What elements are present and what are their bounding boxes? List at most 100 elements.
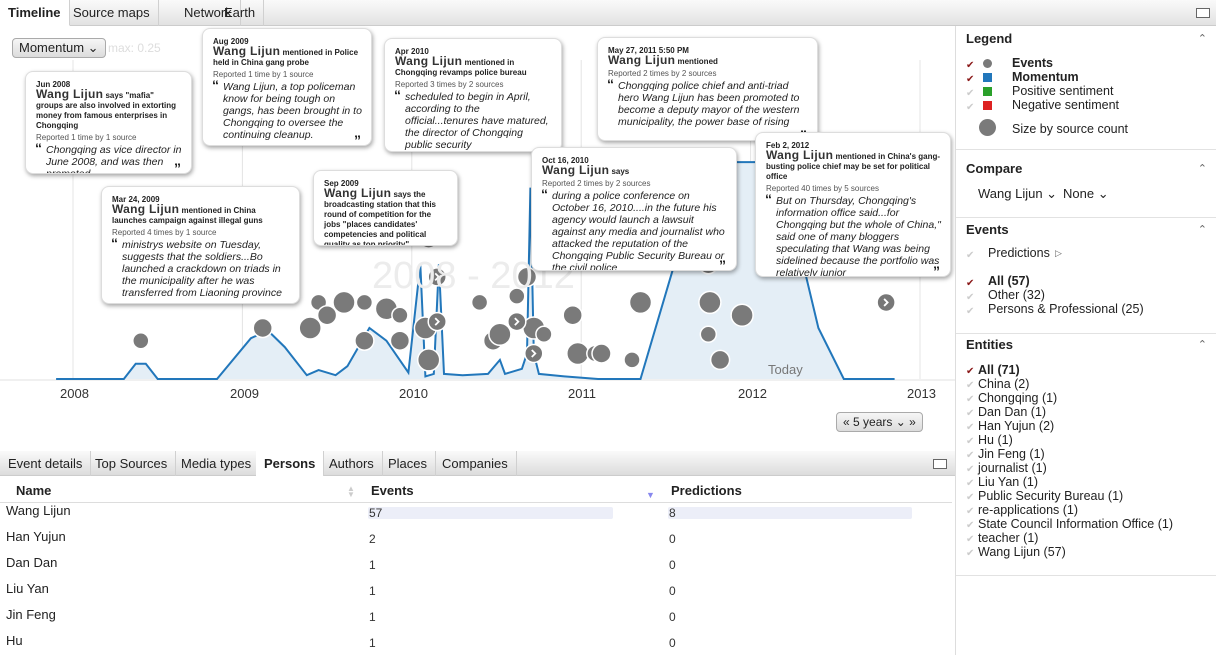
legend-item-negative[interactable]: Negative sentiment — [1012, 98, 1119, 112]
check-icon[interactable]: ✔ — [966, 102, 974, 113]
event-dot — [332, 290, 356, 315]
tab-persons[interactable]: Persons — [256, 451, 325, 476]
check-icon[interactable]: ✔ — [966, 450, 974, 461]
column-header-events[interactable]: Events — [371, 483, 414, 498]
column-header-predictions[interactable]: Predictions — [671, 483, 742, 498]
check-icon[interactable]: ✔ — [966, 278, 974, 289]
check-icon[interactable]: ✔ — [966, 408, 974, 419]
entity-filter-item[interactable]: re-applications (1) — [978, 503, 1078, 517]
expand-arrow-icon[interactable]: ▷ — [1055, 248, 1062, 259]
event-card[interactable]: Sep 2009 Wang Lijun says the broadcastin… — [313, 170, 458, 246]
event-card[interactable]: May 27, 2011 5:50 PM Wang Lijun mentione… — [597, 37, 818, 141]
entity-filter-item[interactable]: China (2) — [978, 377, 1029, 391]
legend-item-momentum[interactable]: Momentum — [1012, 70, 1079, 84]
event-card[interactable]: Apr 2010 Wang Lijun mentioned in Chongqi… — [384, 38, 562, 152]
entity-filter-item[interactable]: Han Yujun (2) — [978, 419, 1054, 433]
check-icon[interactable]: ✔ — [966, 60, 974, 71]
table-row[interactable]: Liu Yan 1 0 — [0, 581, 952, 607]
check-icon[interactable]: ✔ — [966, 534, 974, 545]
tab-source-maps[interactable]: Source maps — [65, 0, 159, 26]
event-card[interactable]: Feb 2, 2012 Wang Lijun mentioned in Chin… — [755, 132, 951, 277]
event-card[interactable]: Aug 2009 Wang Lijun mentioned in Police … — [202, 28, 372, 146]
tab-places[interactable]: Places — [380, 451, 437, 476]
tab-earth[interactable]: Earth — [216, 0, 265, 26]
check-icon[interactable]: ✔ — [966, 394, 974, 405]
entity-filter-item[interactable]: All (71) — [978, 363, 1020, 377]
events-value: 2 — [369, 532, 376, 546]
entity-filter-item[interactable]: State Council Information Office (1) — [978, 517, 1173, 531]
compare-first-select[interactable]: Wang Lijun ⌄ — [978, 186, 1057, 202]
check-icon[interactable]: ✔ — [966, 464, 974, 475]
entity-filter-item[interactable]: Liu Yan (1) — [978, 475, 1038, 489]
collapse-icon[interactable]: ⌃ — [1198, 223, 1207, 236]
check-icon[interactable]: ✔ — [966, 366, 974, 377]
table-row[interactable]: Dan Dan 1 0 — [0, 555, 952, 581]
card-entity[interactable]: Wang Lijun — [36, 87, 103, 101]
check-icon[interactable]: ✔ — [966, 88, 974, 99]
sort-desc-icon[interactable]: ▼ — [646, 490, 655, 500]
event-filter-other[interactable]: Other (32) — [988, 288, 1045, 302]
entity-filter-item[interactable]: Wang Lijun (57) — [978, 545, 1066, 559]
sort-icon[interactable]: ▲ ▼ — [347, 485, 355, 499]
column-header-name[interactable]: Name — [16, 483, 51, 498]
collapse-icon[interactable]: ⌃ — [1198, 162, 1207, 175]
person-name: Han Yujun — [6, 529, 66, 544]
table-row[interactable]: Hu 1 0 — [0, 633, 952, 659]
tab-companies[interactable]: Companies — [434, 451, 517, 476]
entity-filter-item[interactable]: Dan Dan (1) — [978, 405, 1046, 419]
check-icon[interactable]: ✔ — [966, 422, 974, 433]
entity-filter-item[interactable]: Jin Feng (1) — [978, 447, 1045, 461]
table-row[interactable]: Han Yujun 2 0 — [0, 529, 952, 555]
collapse-icon[interactable]: ⌃ — [1198, 338, 1207, 351]
card-entity[interactable]: Wang Lijun — [766, 148, 833, 162]
card-reported: Reported 2 times by 2 sources — [608, 69, 717, 78]
compare-second-select[interactable]: None ⌄ — [1063, 186, 1109, 202]
tab-event-details[interactable]: Event details — [0, 451, 92, 476]
entity-filter-item[interactable]: Chongqing (1) — [978, 391, 1057, 405]
event-filter-persons[interactable]: Persons & Professional (25) — [988, 302, 1144, 316]
legend-item-positive[interactable]: Positive sentiment — [1012, 84, 1113, 98]
predictions-value: 0 — [669, 610, 676, 624]
time-span-button[interactable]: « 5 years ⌄ » — [836, 412, 923, 432]
check-icon[interactable]: ✔ — [966, 380, 974, 391]
entity-filter-item[interactable]: Hu (1) — [978, 433, 1013, 447]
event-card[interactable]: Mar 24, 2009 Wang Lijun mentioned in Chi… — [101, 186, 300, 304]
event-filter-all[interactable]: All (57) — [988, 274, 1030, 288]
card-entity[interactable]: Wang Lijun — [213, 44, 280, 58]
tab-timeline[interactable]: Timeline — [0, 0, 70, 26]
check-icon[interactable]: ✔ — [966, 492, 974, 503]
maximize-icon[interactable] — [1196, 8, 1210, 18]
event-dot — [416, 348, 441, 372]
predictions-filter[interactable]: Predictions — [988, 246, 1050, 260]
card-entity[interactable]: Wang Lijun — [112, 202, 179, 216]
tab-top-sources[interactable]: Top Sources — [87, 451, 177, 476]
check-icon[interactable]: ✔ — [966, 548, 974, 559]
entity-filter-item[interactable]: Public Security Bureau (1) — [978, 489, 1123, 503]
tab-media-types[interactable]: Media types — [173, 451, 261, 476]
check-icon[interactable]: ✔ — [966, 478, 974, 489]
event-card[interactable]: Jun 2008 Wang Lijun says "mafia" groups … — [25, 71, 192, 174]
check-icon[interactable]: ✔ — [966, 250, 974, 261]
check-icon[interactable]: ✔ — [966, 292, 974, 303]
card-entity[interactable]: Wang Lijun — [395, 54, 462, 68]
entity-filter-item[interactable]: journalist (1) — [978, 461, 1047, 475]
maximize-icon[interactable] — [933, 459, 947, 469]
event-card[interactable]: Oct 16, 2010 Wang Lijun says Reported 2 … — [531, 147, 737, 271]
check-icon[interactable]: ✔ — [966, 306, 974, 317]
check-icon[interactable]: ✔ — [966, 520, 974, 531]
table-row[interactable]: Wang Lijun 57 8 — [0, 503, 952, 529]
x-tick-label: 2013 — [907, 386, 936, 401]
check-icon[interactable]: ✔ — [966, 436, 974, 447]
event-dot — [298, 316, 322, 340]
tab-authors[interactable]: Authors — [321, 451, 383, 476]
card-entity[interactable]: Wang Lijun — [542, 163, 609, 177]
check-icon[interactable]: ✔ — [966, 74, 974, 85]
card-entity[interactable]: Wang Lijun — [608, 53, 675, 67]
check-icon[interactable]: ✔ — [966, 506, 974, 517]
card-entity[interactable]: Wang Lijun — [324, 186, 391, 200]
measure-select[interactable]: Momentum ⌄ — [12, 38, 106, 58]
legend-item-events[interactable]: Events — [1012, 56, 1053, 70]
entity-filter-item[interactable]: teacher (1) — [978, 531, 1038, 545]
collapse-icon[interactable]: ⌃ — [1198, 32, 1207, 45]
table-row[interactable]: Jin Feng 1 0 — [0, 607, 952, 633]
